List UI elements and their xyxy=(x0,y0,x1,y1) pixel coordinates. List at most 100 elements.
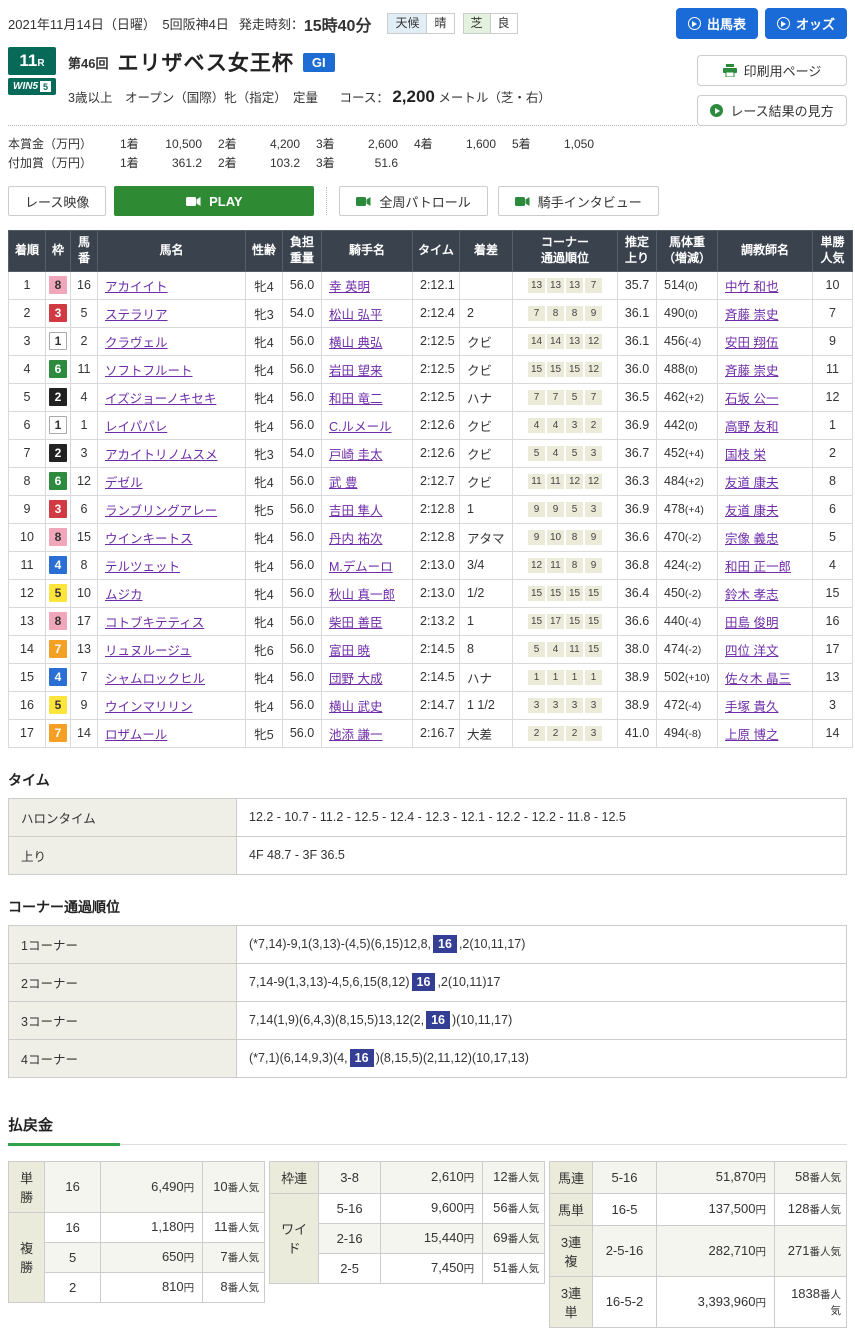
payout-combination: 2-5-16 xyxy=(593,1225,657,1276)
jockey-link[interactable]: M.デムーロ xyxy=(329,560,393,574)
jockey-link[interactable]: 横山 典弘 xyxy=(329,336,382,350)
corner-position-chip: 15 xyxy=(585,614,602,629)
bracket-cell: 4 xyxy=(46,663,71,691)
entries-button[interactable]: 出馬表 xyxy=(676,8,758,39)
jockey-cell: 横山 武史 xyxy=(322,691,413,719)
jockey-link[interactable]: 富田 暁 xyxy=(329,644,370,658)
horse-link[interactable]: クラヴェル xyxy=(105,336,168,350)
video-camera-icon xyxy=(356,196,371,207)
race-video-button[interactable]: レース映像 xyxy=(8,186,106,216)
jockey-link[interactable]: 吉田 隼人 xyxy=(329,504,382,518)
jockey-link[interactable]: C.ルメール xyxy=(329,420,392,434)
trainer-link[interactable]: 斉藤 崇史 xyxy=(725,308,778,322)
print-button[interactable]: 印刷用ページ xyxy=(697,55,847,86)
horse-link[interactable]: シャムロックヒル xyxy=(105,672,205,686)
results-column-header: タイム xyxy=(413,231,460,271)
jockey-link[interactable]: 和田 竜二 xyxy=(329,392,382,406)
jockey-interview-button[interactable]: 騎手インタビュー xyxy=(498,186,659,216)
margin: 2 xyxy=(460,299,513,327)
payout-favorite-unit: 番人気 xyxy=(810,1246,842,1258)
horse-weight-cell: 424(-2) xyxy=(657,551,718,579)
corner-position-chip: 5 xyxy=(566,502,583,517)
horse-weight: 490 xyxy=(664,306,685,320)
horse-number: 8 xyxy=(71,551,98,579)
horse-link[interactable]: ムジカ xyxy=(105,588,143,602)
payout-favorite-rank: 8番人気 xyxy=(203,1272,265,1302)
horse-link[interactable]: ウインマリリン xyxy=(105,700,193,714)
horse-link[interactable]: ソフトフルート xyxy=(105,364,193,378)
finish-position: 4 xyxy=(9,355,46,383)
trainer-link[interactable]: 安田 翔伍 xyxy=(725,336,778,350)
horse-weight: 452 xyxy=(664,446,685,460)
trainer-link[interactable]: 斉藤 崇史 xyxy=(725,364,778,378)
jockey-link[interactable]: 岩田 望来 xyxy=(329,364,382,378)
trainer-link[interactable]: 和田 正一郎 xyxy=(725,560,791,574)
jockey-link[interactable]: 松山 弘平 xyxy=(329,308,382,322)
trainer-link[interactable]: 宗像 義忠 xyxy=(725,532,778,546)
trainer-link[interactable]: 田島 俊明 xyxy=(725,616,778,630)
jockey-link[interactable]: 丹内 祐次 xyxy=(329,532,382,546)
horse-link[interactable]: アカイイト xyxy=(105,280,168,294)
trainer-link[interactable]: 手塚 貴久 xyxy=(725,700,778,714)
jockey-link[interactable]: 柴田 善臣 xyxy=(329,616,382,630)
jockey-link[interactable]: 池添 謙一 xyxy=(329,728,382,742)
jockey-link[interactable]: 幸 英明 xyxy=(329,280,370,294)
finish-position: 13 xyxy=(9,607,46,635)
trainer-link[interactable]: 中竹 和也 xyxy=(725,280,778,294)
entries-button-label: 出馬表 xyxy=(707,14,746,33)
corner-row: 4コーナー(*7,1)(6,14,9,3)(4,16)(8,15,5)(2,11… xyxy=(9,1039,847,1077)
horse-link[interactable]: ステラリア xyxy=(105,308,168,322)
corner-row-label: 1コーナー xyxy=(9,925,237,963)
payout-row: 単勝166,490円10番人気 xyxy=(9,1161,265,1212)
horse-link[interactable]: デゼル xyxy=(105,476,143,490)
odds-button[interactable]: オッズ xyxy=(765,8,847,39)
payout-table-win-place: 単勝166,490円10番人気複勝161,180円11番人気5650円7番人気2… xyxy=(8,1161,265,1303)
result-guide-button[interactable]: レース結果の見方 xyxy=(697,95,847,126)
table-row: 312クラヴェル牝456.0横山 典弘2:12.5クビ1414131236.14… xyxy=(9,327,853,355)
jockey-link[interactable]: 秋山 真一郎 xyxy=(329,588,395,602)
horse-link[interactable]: ランブリングアレー xyxy=(105,504,217,518)
play-button[interactable]: PLAY xyxy=(114,186,314,216)
trainer-link[interactable]: 国枝 栄 xyxy=(725,448,766,462)
horse-weight: 514 xyxy=(664,278,685,292)
trainer-link[interactable]: 佐々木 晶三 xyxy=(725,672,791,686)
trainer-link[interactable]: 四位 洋文 xyxy=(725,644,778,658)
margin: 1 xyxy=(460,495,513,523)
jockey-link[interactable]: 団野 大成 xyxy=(329,672,382,686)
course-distance: 2,200 xyxy=(392,87,435,106)
payout-amount-value: 3,393,960 xyxy=(698,1294,756,1309)
trainer-link[interactable]: 友道 康夫 xyxy=(725,504,778,518)
patrol-video-button[interactable]: 全周パトロール xyxy=(339,186,487,216)
payout-favorite-unit: 番人気 xyxy=(228,1182,260,1194)
finish-position: 9 xyxy=(9,495,46,523)
payout-favorite-value: 58 xyxy=(795,1169,809,1184)
horse-link[interactable]: リュヌルージュ xyxy=(105,644,191,658)
horse-link[interactable]: レイパパレ xyxy=(105,420,167,434)
horse-link[interactable]: イズジョーノキセキ xyxy=(105,392,216,406)
horse-link[interactable]: テルツェット xyxy=(105,560,180,574)
corner-positions-cell: 1111 xyxy=(513,663,618,691)
win-favorite-rank: 3 xyxy=(813,691,853,719)
payout-favorite-rank: 56番人気 xyxy=(483,1193,545,1223)
weather-value: 晴 xyxy=(426,13,454,33)
jockey-link[interactable]: 武 豊 xyxy=(329,476,357,490)
horse-link[interactable]: コトブキテティス xyxy=(105,616,204,630)
jockey-link[interactable]: 横山 武史 xyxy=(329,700,382,714)
horse-link[interactable]: ロザムール xyxy=(105,728,167,742)
jockey-link[interactable]: 戸崎 圭太 xyxy=(329,448,382,462)
jockey-cell: 富田 暁 xyxy=(322,635,413,663)
horse-link[interactable]: ウインキートス xyxy=(105,532,193,546)
trainer-link[interactable]: 高野 友和 xyxy=(725,420,778,434)
table-row: 14713リュヌルージュ牝656.0富田 暁2:14.5854111538.04… xyxy=(9,635,853,663)
payout-favorite-rank: 10番人気 xyxy=(203,1161,265,1212)
trainer-link[interactable]: 鈴木 孝志 xyxy=(725,588,778,602)
trainer-link[interactable]: 石坂 公一 xyxy=(725,392,778,406)
finish-position: 14 xyxy=(9,635,46,663)
trainer-link[interactable]: 友道 康夫 xyxy=(725,476,778,490)
horse-link[interactable]: アカイトリノムスメ xyxy=(105,448,218,462)
corner-position-chip: 8 xyxy=(566,530,583,545)
payout-yen-unit: 円 xyxy=(184,1182,195,1194)
trainer-link[interactable]: 上原 博之 xyxy=(725,728,778,742)
bracket-number: 5 xyxy=(49,696,67,714)
bracket-number: 2 xyxy=(49,444,67,462)
